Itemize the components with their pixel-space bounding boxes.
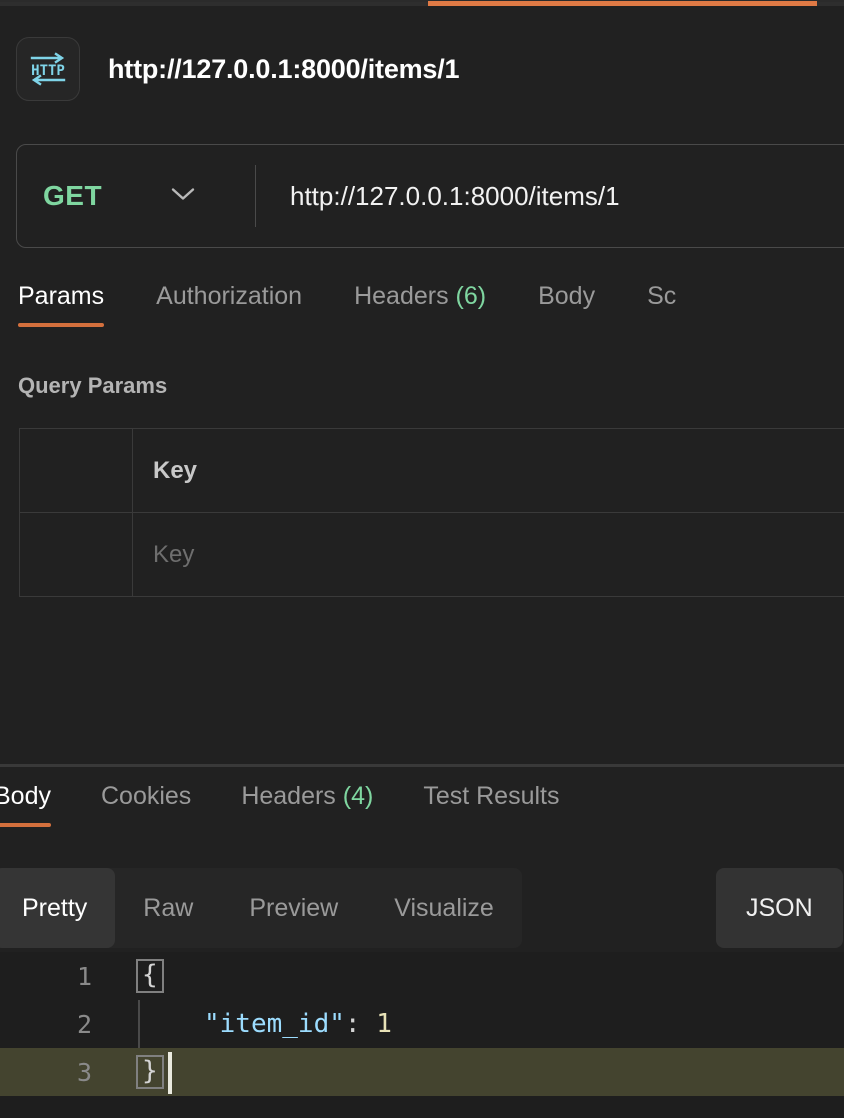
- response-tab-headers[interactable]: Headers (4): [241, 782, 373, 827]
- view-mode-preview[interactable]: Preview: [221, 868, 366, 948]
- request-tabs: Params Authorization Headers (6) Body Sc: [0, 282, 844, 344]
- tab-strip-inactive-left: [0, 2, 428, 6]
- line-number: 2: [76, 1009, 92, 1039]
- tab-headers[interactable]: Headers (6): [354, 282, 486, 327]
- header-key-cell: Key: [132, 428, 844, 513]
- url-input[interactable]: http://127.0.0.1:8000/items/1: [256, 181, 844, 212]
- tab-authorization-label: Authorization: [156, 282, 303, 310]
- key-input-placeholder[interactable]: Key: [153, 541, 194, 568]
- http-protocol-icon: HTTP: [16, 37, 80, 101]
- response-tab-body-label: Body: [0, 782, 51, 810]
- code-line: 1 {: [0, 952, 844, 1000]
- tab-scripts-label: Sc: [647, 282, 677, 310]
- tab-headers-count: (6): [455, 282, 487, 310]
- response-tab-headers-count: (4): [342, 782, 374, 810]
- code-line-content: {: [92, 952, 844, 1000]
- tab-body[interactable]: Body: [538, 282, 595, 327]
- code-line-content: "item_id": 1: [92, 1000, 844, 1048]
- response-tabs: Body Cookies Headers (4) Test Results: [0, 782, 844, 844]
- request-title-row: HTTP http://127.0.0.1:8000/items/1: [0, 28, 844, 110]
- table-row: Key: [19, 512, 844, 597]
- view-mode-pretty[interactable]: Pretty: [0, 868, 116, 948]
- code-line: 3 }: [0, 1048, 844, 1096]
- svg-text:HTTP: HTTP: [31, 63, 65, 79]
- view-mode-preview-label: Preview: [249, 893, 339, 922]
- request-url-bar: GET http://127.0.0.1:8000/items/1: [16, 144, 844, 248]
- json-open-brace: {: [136, 959, 164, 993]
- tab-params[interactable]: Params: [18, 282, 105, 327]
- header-checkbox-cell: [19, 428, 133, 513]
- view-mode-raw-label: Raw: [143, 893, 194, 922]
- response-tab-headers-label: Headers: [241, 782, 336, 810]
- view-mode-raw[interactable]: Raw: [115, 868, 221, 948]
- query-params-title: Query Params: [18, 373, 168, 398]
- row-key-cell[interactable]: Key: [132, 512, 844, 597]
- response-tab-body[interactable]: Body: [0, 782, 51, 827]
- response-view-bar: Pretty Raw Preview Visualize JSON: [0, 868, 844, 948]
- response-format-selector[interactable]: JSON: [716, 868, 843, 948]
- response-tab-test-results[interactable]: Test Results: [423, 782, 559, 827]
- request-tab-strip: [0, 0, 844, 6]
- column-header-key: Key: [153, 456, 198, 484]
- http-method-selector[interactable]: GET: [17, 145, 255, 247]
- response-tab-test-results-label: Test Results: [423, 782, 560, 810]
- json-key-value-pair: "item_id": 1: [204, 1009, 392, 1039]
- json-value: 1: [376, 1009, 392, 1039]
- response-body-editor[interactable]: 1 { 2 "item_id": 1 3 }: [0, 952, 844, 1118]
- view-mode-segmented-control: Pretty Raw Preview Visualize: [0, 868, 522, 948]
- code-line-content: }: [92, 1048, 844, 1096]
- response-format-label: JSON: [746, 893, 813, 922]
- page-title: http://127.0.0.1:8000/items/1: [108, 53, 460, 84]
- tab-authorization[interactable]: Authorization: [156, 282, 302, 327]
- tab-strip-inactive-right: [817, 2, 844, 6]
- row-checkbox-cell[interactable]: [19, 512, 133, 597]
- tab-body-label: Body: [538, 282, 596, 310]
- active-tab-underline: [428, 1, 817, 6]
- line-number: 1: [76, 961, 92, 991]
- view-mode-pretty-label: Pretty: [22, 893, 88, 922]
- response-tab-cookies[interactable]: Cookies: [101, 782, 191, 827]
- query-params-table: Key Key: [19, 428, 844, 597]
- table-header-row: Key: [19, 428, 844, 513]
- line-number: 3: [76, 1057, 92, 1087]
- http-method-label: GET: [43, 180, 103, 211]
- pane-divider[interactable]: [0, 764, 844, 767]
- postman-request-response-view: HTTP http://127.0.0.1:8000/items/1 GET h…: [0, 0, 844, 1118]
- view-mode-visualize-label: Visualize: [394, 893, 494, 922]
- tab-params-label: Params: [18, 282, 105, 310]
- json-close-brace: }: [136, 1055, 164, 1089]
- indent-guide: [138, 1000, 140, 1048]
- view-mode-visualize[interactable]: Visualize: [366, 868, 522, 948]
- text-cursor: [168, 1052, 172, 1094]
- response-tab-cookies-label: Cookies: [100, 782, 192, 810]
- code-line: 2 "item_id": 1: [0, 1000, 844, 1048]
- tab-headers-label: Headers: [354, 282, 449, 310]
- tab-scripts[interactable]: Sc: [647, 282, 676, 327]
- chevron-down-icon: [169, 185, 197, 208]
- json-key: "item_id": [204, 1009, 345, 1039]
- json-colon: :: [344, 1009, 377, 1039]
